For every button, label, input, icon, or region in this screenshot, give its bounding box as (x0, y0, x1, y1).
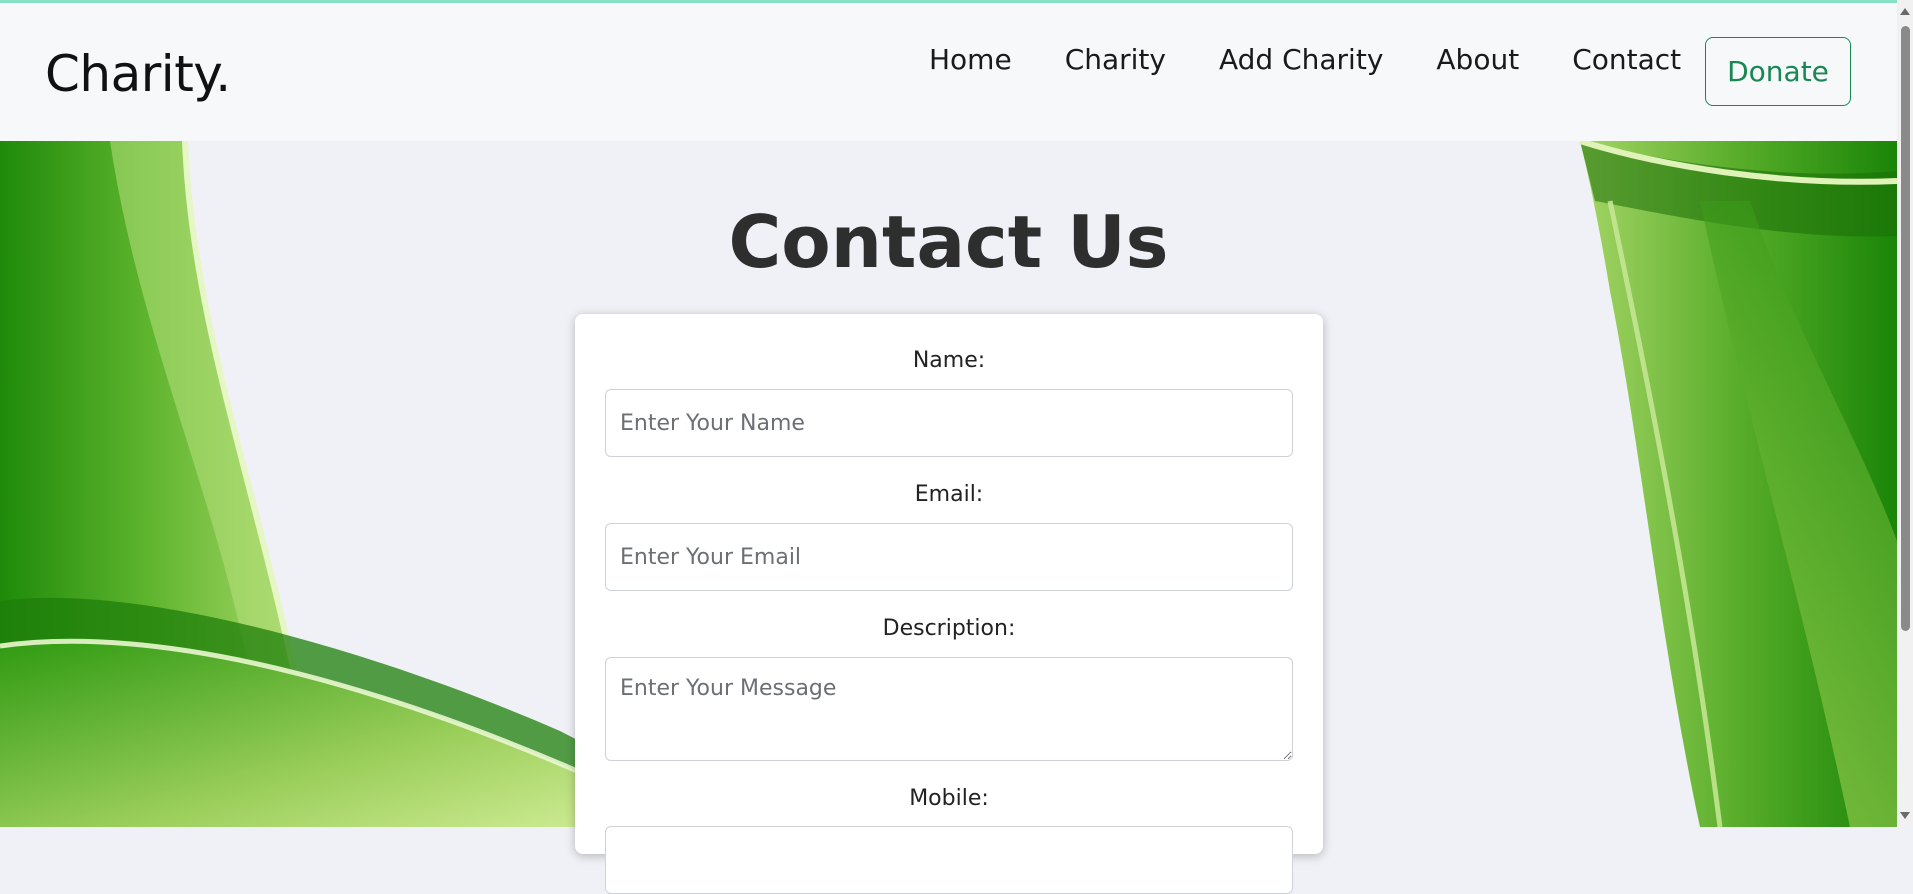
name-input[interactable] (605, 389, 1293, 457)
mobile-label: Mobile: (909, 786, 989, 811)
email-input[interactable] (605, 523, 1293, 591)
nav-link-charity[interactable]: Charity (1065, 43, 1166, 76)
mobile-input[interactable] (605, 826, 1293, 894)
nav-links: Home Charity Add Charity About Contact (929, 43, 1734, 76)
nav-link-add-charity[interactable]: Add Charity (1219, 43, 1383, 76)
name-label: Name: (912, 348, 986, 373)
nav-link-contact[interactable]: Contact (1572, 43, 1681, 76)
email-label: Email: (914, 482, 984, 507)
nav-link-home[interactable]: Home (929, 43, 1012, 76)
brand-logo[interactable]: Charity. (45, 45, 231, 103)
page-scrollbar[interactable] (1897, 0, 1913, 827)
page-title: Contact Us (728, 200, 1169, 284)
description-label: Description: (882, 616, 1016, 641)
scroll-up-arrow-icon[interactable] (1900, 8, 1910, 15)
scroll-thumb[interactable] (1901, 26, 1910, 631)
donate-button[interactable]: Donate (1705, 37, 1851, 106)
nav-link-about[interactable]: About (1436, 43, 1519, 76)
description-textarea[interactable] (605, 657, 1293, 761)
scroll-down-arrow-icon[interactable] (1900, 812, 1910, 819)
contact-form: Name: Email: Description: Mobile: (575, 314, 1323, 894)
navbar: Charity. Home Charity Add Charity About … (0, 3, 1897, 141)
